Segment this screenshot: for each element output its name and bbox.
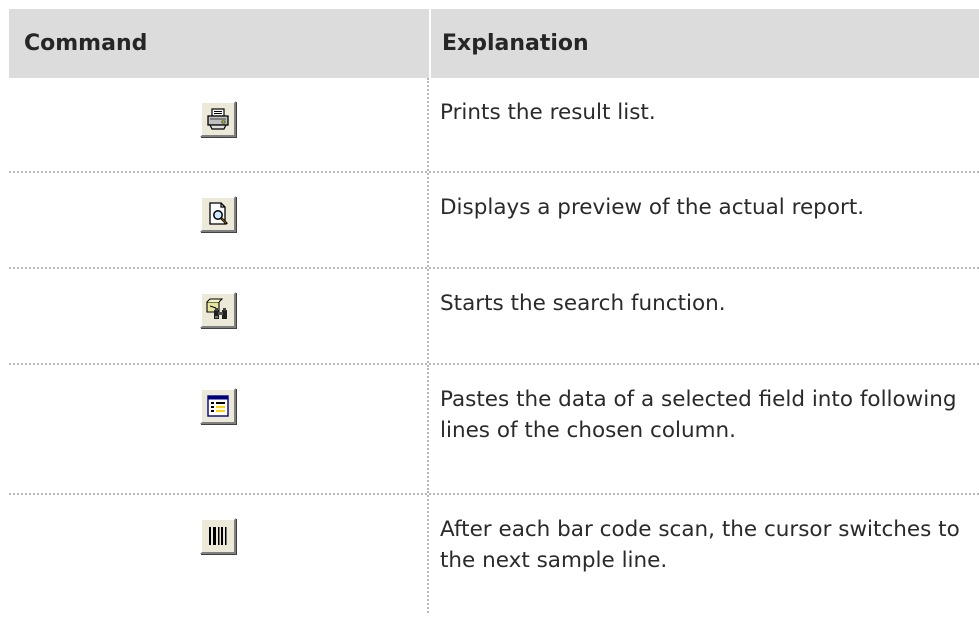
- explanation-text: Displays a preview of the actual report.: [440, 195, 865, 220]
- table-row: Prints the result list.: [9, 78, 979, 173]
- explanation-text: After each bar code scan, the cursor swi…: [440, 517, 960, 573]
- header-explanation: Explanation: [429, 9, 979, 78]
- table-row: Pastes the data of a selected field into…: [9, 365, 979, 495]
- printer-icon[interactable]: [200, 101, 236, 137]
- print-preview-icon[interactable]: [200, 196, 236, 232]
- paste-column-icon[interactable]: [200, 388, 236, 424]
- explanation-text: Prints the result list.: [440, 100, 656, 125]
- explanation-text: Starts the search function.: [440, 291, 726, 316]
- command-table: Command Explanation Prints the result li…: [9, 9, 979, 613]
- barcode-icon[interactable]: [200, 518, 236, 554]
- search-binoculars-icon[interactable]: [200, 292, 236, 328]
- header-command: Command: [24, 31, 148, 56]
- table-row: Starts the search function.: [9, 269, 979, 365]
- table-header: Command Explanation: [9, 9, 979, 78]
- explanation-text: Pastes the data of a selected field into…: [440, 387, 957, 443]
- table-row: Displays a preview of the actual report.: [9, 173, 979, 269]
- table-row: After each bar code scan, the cursor swi…: [9, 495, 979, 613]
